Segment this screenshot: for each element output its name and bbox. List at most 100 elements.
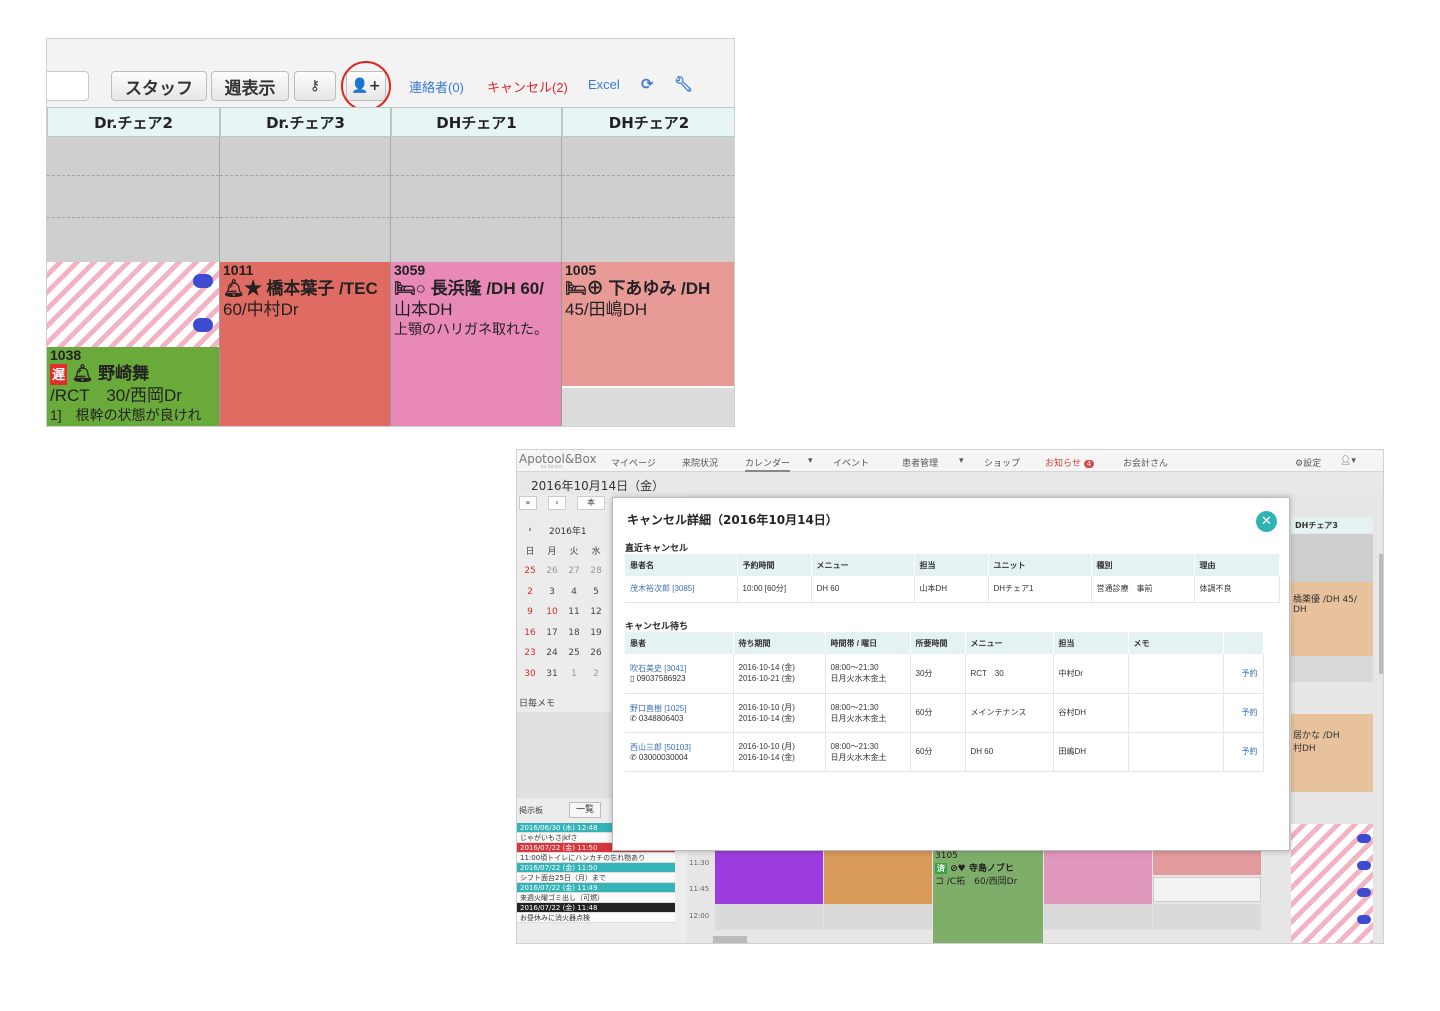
top-navbar: Apotool&Box for Dentist マイページ 来院状況 カレンダー… bbox=[517, 450, 1383, 472]
today-button[interactable]: 本 bbox=[577, 496, 605, 510]
mini-cal-day[interactable]: 17 bbox=[541, 628, 563, 638]
nav-event[interactable]: イベント bbox=[833, 456, 869, 469]
board-list-button[interactable]: 一覧 bbox=[569, 802, 601, 818]
board-item[interactable]: シフト面台25日（月）まで bbox=[517, 873, 675, 883]
mini-cal-day[interactable]: 2 bbox=[585, 669, 607, 679]
wrench-icon[interactable]: 🔧︎ bbox=[674, 75, 693, 93]
appointment-side[interactable]: 橋薬優 /DH 45/ DH bbox=[1291, 582, 1373, 656]
mini-cal-day[interactable]: 9 bbox=[519, 607, 541, 617]
prev-day-button[interactable]: ‹ bbox=[548, 496, 566, 510]
reserve-link[interactable]: 予約 bbox=[1223, 654, 1264, 694]
week-view-button[interactable]: 週表示 bbox=[211, 71, 289, 101]
appointment-block[interactable] bbox=[824, 849, 932, 904]
mini-cal-day[interactable]: 11 bbox=[563, 607, 585, 617]
nav-mypage[interactable]: マイページ bbox=[611, 456, 656, 469]
nav-patient-management[interactable]: 患者管理 bbox=[902, 456, 938, 469]
mini-cal-day[interactable]: 24 bbox=[541, 648, 563, 658]
settings-link[interactable]: ⚙設定 bbox=[1295, 456, 1321, 469]
mini-cal-day[interactable]: 23 bbox=[519, 648, 541, 658]
mini-cal-day[interactable]: 18 bbox=[563, 628, 585, 638]
mini-cal-day[interactable]: 26 bbox=[541, 566, 563, 576]
mini-cal-day[interactable]: 25 bbox=[519, 566, 541, 576]
empty-slot[interactable] bbox=[1044, 904, 1152, 930]
empty-slot[interactable] bbox=[562, 386, 734, 426]
chevron-down-icon[interactable]: ▾ bbox=[959, 456, 964, 466]
appointment-3105[interactable]: 3105 済 ⊘♥ 寺島ノブヒ コ /C拓 60/西岡Dr bbox=[933, 849, 1043, 943]
mini-cal-day[interactable]: 26 bbox=[585, 648, 607, 658]
mini-cal-day[interactable]: 31 bbox=[541, 669, 563, 679]
prev-week-button[interactable]: « bbox=[519, 496, 537, 510]
table-row: 西山三郎 [50103] ✆ 03000030004 2016-10-10 (月)… bbox=[625, 732, 1264, 772]
chat-icon[interactable] bbox=[1357, 834, 1371, 843]
appointment-block[interactable] bbox=[715, 849, 823, 904]
appointment-detail: 60/中村Dr bbox=[223, 300, 299, 319]
refresh-icon[interactable]: ⟳ bbox=[641, 75, 654, 93]
mini-cal-day[interactable]: 4 bbox=[563, 587, 585, 597]
appointment-1038[interactable]: 1038 遅 🔔︎ 野崎舞 /RCT 30/西岡Dr 1] 根幹の状態が良けれ bbox=[47, 347, 220, 426]
contacts-link[interactable]: 連絡者(0) bbox=[409, 77, 464, 96]
nav-notices[interactable]: お知らせ 4 bbox=[1045, 456, 1095, 469]
mini-cal-day[interactable]: 27 bbox=[563, 566, 585, 576]
chat-icon[interactable] bbox=[193, 318, 213, 332]
board-item[interactable]: お昼休みに消火器点検 bbox=[517, 913, 675, 923]
patient-link[interactable]: 野口直樹 [1025] bbox=[630, 703, 728, 714]
board-item[interactable]: 来週火曜ゴミ出し（可燃） bbox=[517, 893, 675, 903]
key-button[interactable]: ⚷ bbox=[294, 71, 336, 101]
close-icon[interactable]: ✕ bbox=[1256, 511, 1277, 532]
staff-button[interactable]: スタッフ bbox=[111, 71, 207, 101]
empty-slot[interactable] bbox=[1153, 877, 1261, 902]
reserve-link[interactable]: 予約 bbox=[1223, 693, 1264, 733]
mini-cal-day[interactable]: 3 bbox=[541, 587, 563, 597]
search-input[interactable] bbox=[47, 71, 89, 101]
chat-icon[interactable] bbox=[1357, 888, 1371, 897]
mini-cal-day[interactable]: 10 bbox=[541, 607, 563, 617]
mini-cal-day[interactable]: 2 bbox=[519, 587, 541, 597]
mini-cal-day[interactable]: 16 bbox=[519, 628, 541, 638]
appointment-3059[interactable]: 3059 🛏︎○ 長浜隆 /DH 60/ 山本DH 上顎のハリガネ取れた。 bbox=[391, 262, 562, 426]
weekdays: 日月火水木金土 bbox=[830, 713, 887, 723]
nav-accounting[interactable]: お会計さん bbox=[1123, 456, 1168, 469]
horizontal-scrollbar[interactable] bbox=[713, 936, 747, 943]
period-end: 2016-10-21 (金) bbox=[738, 674, 795, 684]
board-item[interactable]: 11:00頃トイレにハンカチの忘れ物あり bbox=[517, 853, 675, 863]
blocked-slot[interactable] bbox=[47, 262, 220, 347]
chat-icon[interactable] bbox=[193, 274, 213, 288]
phone-number: ▯ 09037586923 bbox=[630, 674, 686, 684]
appointment-block[interactable] bbox=[1153, 849, 1261, 875]
appointment-side[interactable]: 居かな /DH 村DH bbox=[1291, 714, 1373, 792]
blocked-slot[interactable] bbox=[1291, 824, 1373, 943]
empty-slot[interactable] bbox=[1153, 904, 1261, 930]
appointment-detail: 山本DH bbox=[394, 300, 453, 319]
vertical-scrollbar[interactable] bbox=[1379, 554, 1383, 674]
appointment-number: 3059 bbox=[394, 262, 426, 278]
empty-slot[interactable] bbox=[1291, 656, 1373, 682]
nav-visit-status[interactable]: 来院状況 bbox=[682, 456, 718, 469]
user-menu-icon[interactable]: 👤︎▾ bbox=[1340, 456, 1356, 466]
patient-link[interactable]: 吹石美史 [3041] bbox=[630, 663, 728, 674]
nav-calendar[interactable]: カレンダー bbox=[745, 456, 791, 472]
appointment-1005[interactable]: 1005 🛏︎⊕ 下あゆみ /DH 45/田嶋DH bbox=[562, 262, 734, 386]
cancel-link[interactable]: キャンセル(2) bbox=[487, 77, 568, 96]
chevron-down-icon[interactable]: ▾ bbox=[808, 456, 813, 466]
nav-shop[interactable]: ショップ bbox=[984, 456, 1020, 469]
chat-icon[interactable] bbox=[1357, 915, 1371, 924]
mini-cal-day[interactable]: 19 bbox=[585, 628, 607, 638]
appointment-1011[interactable]: 1011 🔔︎★ 橋本葉子 /TEC 60/中村Dr bbox=[220, 262, 391, 426]
mini-cal-prev[interactable]: ‹ bbox=[519, 525, 541, 535]
empty-slot[interactable] bbox=[824, 904, 932, 930]
chat-icon[interactable] bbox=[1357, 861, 1371, 870]
patient-link[interactable]: 西山三郎 [50103] bbox=[630, 742, 728, 753]
excel-link[interactable]: Excel bbox=[588, 77, 620, 92]
empty-slot[interactable] bbox=[715, 904, 823, 930]
reserve-link[interactable]: 予約 bbox=[1223, 732, 1264, 772]
mini-cal-day[interactable]: 28 bbox=[585, 566, 607, 576]
mini-cal-day[interactable]: 12 bbox=[585, 607, 607, 617]
patient-link[interactable]: 茂木裕次郎 [3085] bbox=[625, 576, 738, 603]
mini-cal-day[interactable]: 5 bbox=[585, 587, 607, 597]
mini-cal-day[interactable]: 30 bbox=[519, 669, 541, 679]
mini-cal-day[interactable]: 1 bbox=[563, 669, 585, 679]
appointment-name: 橋薬優 /DH 45/ bbox=[1293, 595, 1357, 605]
mini-cal-day[interactable]: 25 bbox=[563, 648, 585, 658]
time-range: 08:00〜21:30 bbox=[830, 663, 879, 673]
appointment-block[interactable] bbox=[1044, 849, 1152, 904]
